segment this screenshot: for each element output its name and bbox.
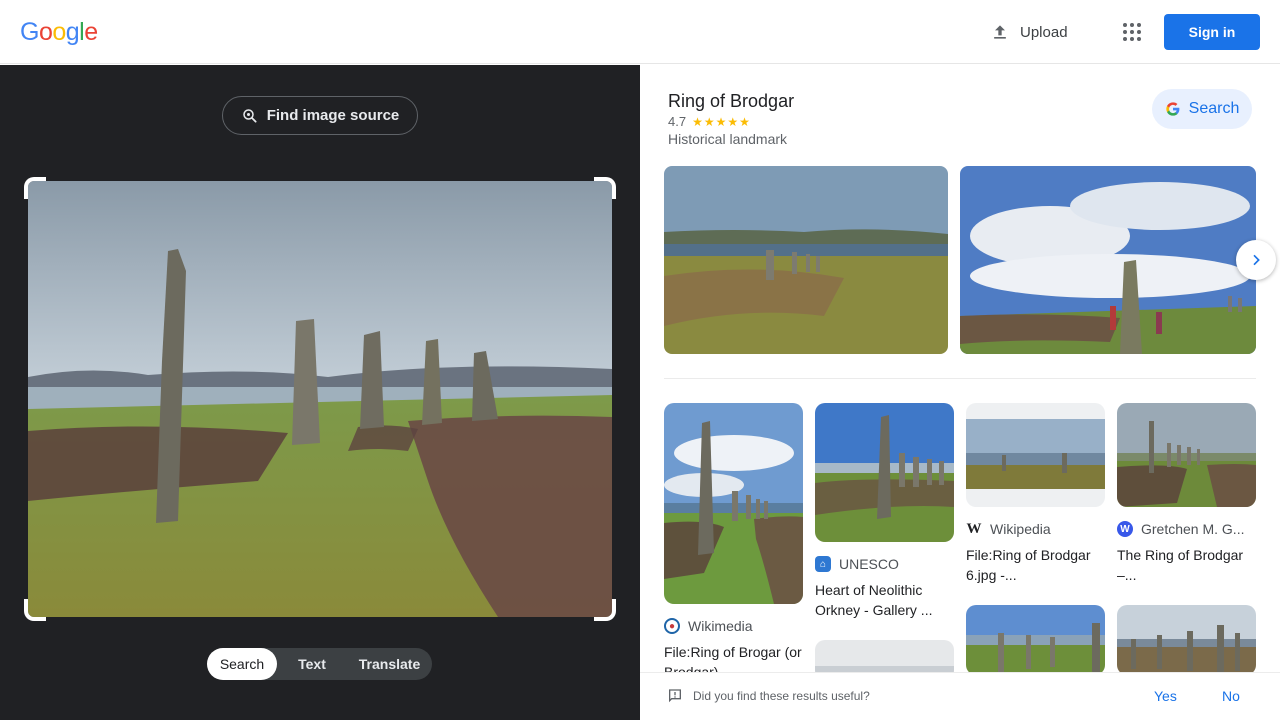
result-title: The Ring of Brodgar –... — [1117, 547, 1244, 583]
visual-match-result[interactable]: ● Wikimedia File:Ring of Brogar (or Brod… — [664, 403, 803, 682]
search-label: Search — [1188, 100, 1240, 117]
entity-type: Historical landmark — [668, 131, 788, 147]
rating-value: 4.7 — [668, 114, 687, 129]
logo-letter: G — [20, 18, 39, 46]
wordpress-icon: W — [1117, 521, 1133, 537]
result-source-name: Wikimedia — [688, 618, 753, 634]
logo-letter: o — [52, 18, 66, 46]
results-panel: Ring of Brodgar 4.7 ★★★★★ Historical lan… — [640, 65, 1280, 720]
visual-match-result[interactable] — [966, 605, 1105, 675]
unesco-icon: ⌂ — [815, 556, 831, 572]
lens-image-panel: Find image source Search Text Translate — [0, 65, 640, 720]
crop-selection[interactable] — [24, 177, 616, 621]
result-thumbnail — [1117, 403, 1256, 507]
result-thumbnail — [815, 403, 954, 542]
feedback-icon — [669, 689, 681, 703]
query-image — [28, 181, 612, 617]
visual-match-result[interactable]: W Gretchen M. G... The Ring of Brodgar –… — [1117, 403, 1256, 585]
logo-letter: e — [84, 18, 98, 46]
result-source-name: Wikipedia — [990, 521, 1051, 537]
entity-title[interactable]: Ring of Brodgar — [668, 91, 794, 112]
result-source-name: UNESCO — [839, 556, 899, 572]
find-image-source-button[interactable]: Find image source — [222, 96, 418, 135]
tab-translate[interactable]: Translate — [347, 648, 432, 680]
result-title: File:Ring of Brodgar 6.jpg -... — [966, 547, 1091, 583]
upload-icon — [994, 25, 1006, 39]
google-logo[interactable]: Google — [20, 18, 98, 47]
result-thumbnail — [966, 403, 1105, 507]
feedback-question: Did you find these results useful? — [693, 689, 870, 703]
result-source: ● Wikimedia — [664, 618, 803, 634]
tab-text[interactable]: Text — [277, 648, 347, 680]
upload-button[interactable]: Upload — [990, 17, 1068, 47]
feedback-no-button[interactable]: No — [1222, 688, 1240, 704]
result-source-name: Gretchen M. G... — [1141, 521, 1245, 537]
result-title: Heart of Neolithic Orkney - Gallery ... — [815, 582, 933, 618]
result-thumbnail — [1117, 605, 1256, 675]
search-button[interactable]: Search — [1152, 89, 1252, 129]
wikimedia-icon: ● — [664, 618, 680, 634]
lens-search-icon — [242, 108, 257, 123]
entity-image[interactable] — [960, 166, 1256, 354]
result-thumbnail — [966, 605, 1105, 675]
chevron-right-icon — [1253, 254, 1260, 266]
wikipedia-icon: W — [966, 521, 982, 537]
sign-in-button[interactable]: Sign in — [1164, 14, 1260, 50]
visual-match-result[interactable] — [1117, 605, 1256, 675]
entity-photo — [960, 166, 1256, 354]
result-source: W Wikipedia — [966, 521, 1105, 537]
feedback-yes-button[interactable]: Yes — [1154, 688, 1177, 704]
top-header: Google Upload Sign in — [0, 0, 1280, 64]
lens-mode-tabs: Search Text Translate — [207, 648, 432, 680]
entity-rating: 4.7 ★★★★★ — [668, 114, 751, 129]
entity-image[interactable] — [664, 166, 948, 354]
logo-letter: o — [38, 18, 53, 46]
rating-stars: ★★★★★ — [692, 114, 751, 129]
result-source: ⌂ UNESCO — [815, 556, 954, 572]
divider — [664, 378, 1256, 379]
entity-photo — [664, 166, 948, 354]
visual-match-result[interactable]: W Wikipedia File:Ring of Brodgar 6.jpg -… — [966, 403, 1105, 585]
carousel-next-button[interactable] — [1236, 240, 1276, 280]
result-source: W Gretchen M. G... — [1117, 521, 1256, 537]
find-source-label: Find image source — [266, 107, 400, 124]
apps-grid-icon[interactable] — [1118, 18, 1146, 46]
result-thumbnail — [664, 403, 803, 604]
upload-label: Upload — [1020, 23, 1068, 41]
feedback-bar: Did you find these results useful? Yes N… — [640, 672, 1280, 720]
logo-letter: g — [65, 18, 80, 46]
google-g-icon — [1165, 102, 1180, 116]
tab-search[interactable]: Search — [207, 648, 277, 680]
visual-match-result[interactable]: ⌂ UNESCO Heart of Neolithic Orkney - Gal… — [815, 403, 954, 620]
